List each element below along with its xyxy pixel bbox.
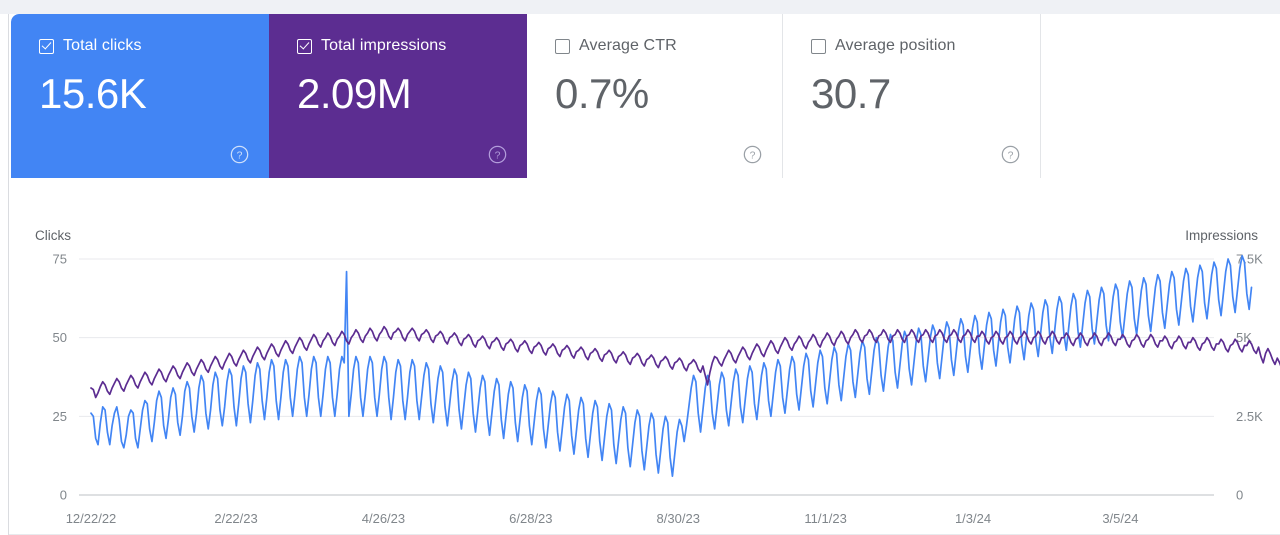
metric-label-average-ctr: Average CTR [579,37,677,54]
y-axis-right-ticks: 02.5K5K7.5K [1236,252,1263,503]
gridlines [79,258,1214,496]
x-axis-tick: 6/28/23 [509,511,552,526]
metric-card-header: Average position [811,36,1040,56]
x-axis-ticks: 12/22/22 2/22/23 4/26/23 6/28/23 8/30/23 11/1… [66,511,1139,526]
y-axis-right-title: Impressions [1185,228,1258,243]
metric-card-total-clicks[interactable]: Total clicks 15.6K ? [11,14,269,178]
y-axis-right-tick: 0 [1236,488,1243,503]
metric-label-total-impressions: Total impressions [321,37,447,54]
metric-card-total-impressions[interactable]: Total impressions 2.09M ? [269,14,527,178]
y-axis-left-tick: 25 [53,409,67,424]
x-axis-tick: 11/1/23 [804,511,846,526]
metric-card-average-ctr[interactable]: Average CTR 0.7% ? [527,14,783,178]
metric-value-average-position: 30.7 [811,70,891,117]
help-icon[interactable]: ? [230,145,249,164]
x-axis-tick: 4/26/23 [362,511,405,526]
svg-text:?: ? [495,150,501,161]
checkbox-total-impressions[interactable] [297,38,312,54]
x-axis-tick: 3/5/24 [1102,511,1138,526]
help-icon[interactable]: ? [743,145,762,164]
chart-series [90,255,1280,477]
x-axis-tick: 8/30/23 [657,511,700,526]
chart-canvas: 0255075 02.5K5K7.5K 12/22/22 2/22/23 4/26/… [35,228,1280,526]
metric-value-total-impressions: 2.09M [297,70,412,117]
series-line-clicks [90,255,1253,477]
y-axis-left-title: Clicks [35,228,71,243]
help-icon[interactable]: ? [1001,145,1020,164]
y-axis-left-tick: 75 [53,252,67,267]
checkbox-total-clicks[interactable] [39,38,54,54]
help-icon[interactable]: ? [488,145,507,164]
y-axis-right-tick: 2.5K [1236,409,1263,424]
svg-text:?: ? [1008,150,1014,161]
svg-text:?: ? [750,150,756,161]
performance-chart[interactable]: 0 25 50 75 0 2.5K 5K 7.5K 12/22/22 2/22/23 4/26/… [9,178,1280,535]
metric-label-average-position: Average position [835,37,956,54]
top-background-strip [0,0,1280,14]
metric-value-average-ctr: 0.7% [555,70,649,117]
metric-card-header: Total impressions [297,36,527,56]
metric-value-total-clicks: 15.6K [39,70,147,117]
y-axis-left-tick: 50 [53,330,67,345]
metric-label-total-clicks: Total clicks [63,37,142,54]
performance-panel: Total clicks 15.6K ? Total impressions 2… [8,14,1280,535]
metric-card-header: Total clicks [39,36,269,56]
svg-text:?: ? [237,150,243,161]
x-axis-tick: 2/22/23 [214,511,257,526]
y-axis-left-ticks: 0 25 50 75 [53,252,67,503]
checkbox-average-position[interactable] [811,38,826,54]
x-axis-tick: 12/22/22 [66,511,117,526]
checkbox-average-ctr[interactable] [555,38,570,54]
metric-cards-row: Total clicks 15.6K ? Total impressions 2… [11,14,1041,178]
metric-card-header: Average CTR [555,36,782,56]
metric-card-average-position[interactable]: Average position 30.7 ? [783,14,1041,178]
y-axis-left-tick: 0 [60,488,67,503]
x-axis-tick: 1/3/24 [955,511,991,526]
